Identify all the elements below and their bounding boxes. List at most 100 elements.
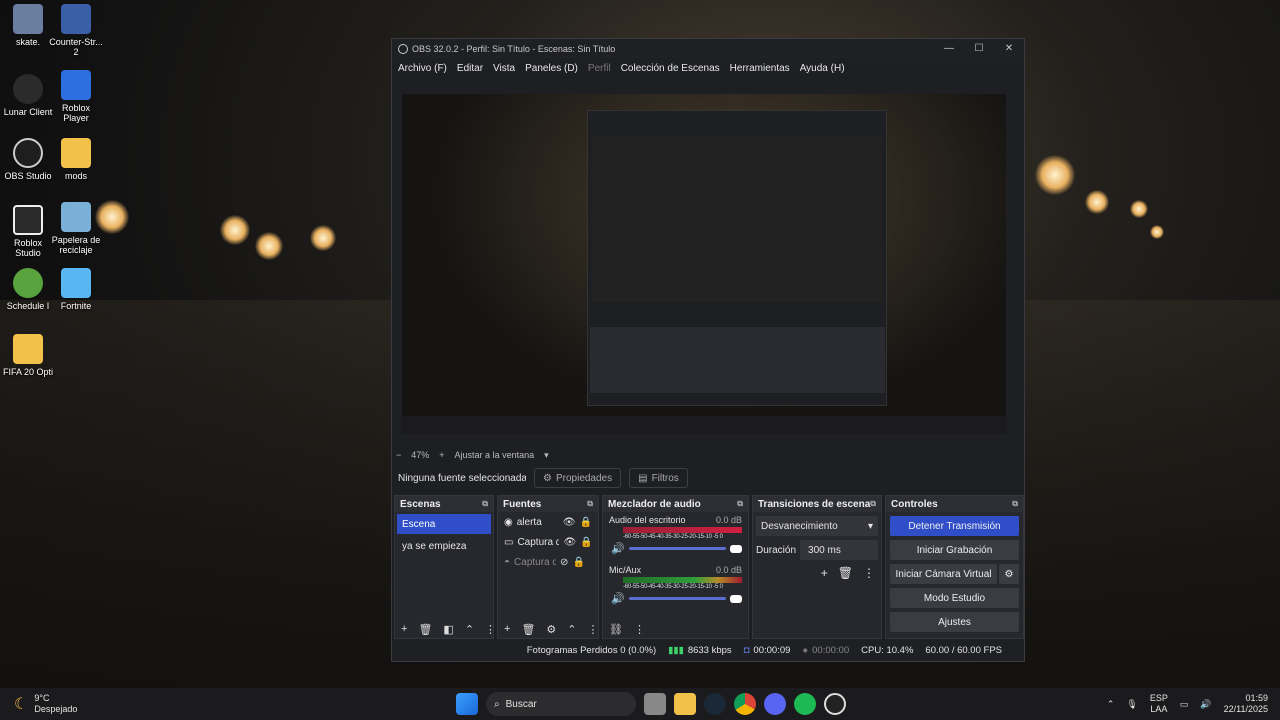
desktop-icon-fortnite[interactable]: Fortnite [48, 268, 104, 311]
gear-icon[interactable]: ⚙ [999, 564, 1019, 584]
trash-icon[interactable]: 🗑 [838, 566, 853, 580]
filters-button[interactable]: ▤ Filtros [629, 468, 688, 488]
system-tray: ⌃ 🎙 ESP LAA ▭ 🔊 01:59 22/11/2025 [1107, 693, 1268, 715]
chrome-icon[interactable] [734, 693, 756, 715]
lunar-client-icon [13, 74, 43, 104]
lock-icon[interactable]: 🔒 [572, 557, 584, 568]
transition-select[interactable]: Desvanecimiento ▾ [756, 516, 878, 536]
folder-icon[interactable] [674, 693, 696, 715]
recycle-bin-icon [61, 202, 91, 232]
desktop-icon-recycle-bin[interactable]: Papelera de reciclaje [48, 202, 104, 255]
chevron-up-icon[interactable]: ⌃ [567, 623, 576, 636]
scene-item[interactable]: Escena [397, 514, 491, 534]
minimize-button[interactable]: — [934, 43, 964, 54]
mixer-channel: Mic/Aux 0.0 dB -60-55-50-45-40-35-30-25-2… [603, 562, 748, 608]
menu-file[interactable]: Archivo (F) [398, 63, 447, 74]
zoom-bar: − 47% + Ajustar a la ventana ▾ [396, 448, 549, 462]
settings-button[interactable]: Ajustes [890, 612, 1019, 632]
chevron-up-icon[interactable]: ⌃ [1107, 699, 1115, 710]
network-icon[interactable]: ▭ [1180, 699, 1189, 710]
menu-help[interactable]: Ayuda (H) [800, 63, 845, 74]
add-icon[interactable]: + [401, 623, 407, 635]
maximize-button[interactable]: ☐ [964, 43, 994, 54]
lock-icon[interactable]: 🔒 [580, 537, 592, 548]
more-icon[interactable]: ⋮ [634, 623, 645, 636]
menu-view[interactable]: Vista [493, 63, 515, 74]
start-virtual-camera-button[interactable]: Iniciar Cámara Virtual [890, 564, 997, 584]
clock[interactable]: 01:59 22/11/2025 [1224, 693, 1268, 715]
desktop-icon-counter-strike[interactable]: Counter-Str... 2 [48, 4, 104, 57]
trash-icon[interactable]: 🗑 [521, 623, 535, 636]
popout-icon[interactable]: ⧉ [587, 499, 593, 509]
zoom-in-button[interactable]: + [439, 450, 444, 460]
more-icon[interactable]: ⋮ [588, 623, 599, 636]
scenes-toolbar: + 🗑 ◧ ⌃ ⋮ [395, 620, 496, 638]
filter-icon[interactable]: ◧ [443, 623, 453, 636]
gear-icon[interactable]: ⚙ [546, 623, 556, 636]
duration-input[interactable]: 300 ms [800, 540, 878, 560]
file-explorer-icon[interactable] [644, 693, 666, 715]
stream-time: 00:00:09 [753, 644, 791, 656]
volume-slider[interactable]: 🔊 [611, 542, 742, 555]
popout-icon[interactable]: ⧉ [870, 499, 876, 509]
menu-profile[interactable]: Perfil [588, 63, 611, 74]
more-icon[interactable]: ⋮ [485, 623, 496, 636]
menu-docks[interactable]: Paneles (D) [525, 63, 578, 74]
weather-widget[interactable]: ☾ 9°C Despejado [0, 693, 77, 715]
roblox-icon [61, 70, 91, 100]
windows-start-icon[interactable] [456, 693, 478, 715]
desktop-icon-mods[interactable]: mods [48, 138, 104, 181]
volume-slider[interactable]: 🔊 [611, 592, 742, 605]
popout-icon[interactable]: ⧉ [1012, 499, 1018, 509]
lock-icon[interactable]: 🔒 [579, 517, 591, 528]
add-icon[interactable]: + [821, 566, 828, 580]
record-icon: ● [802, 644, 809, 656]
speaker-icon[interactable]: 🔊 [611, 592, 625, 605]
properties-button[interactable]: ⚙ Propiedades [534, 468, 622, 488]
discord-icon[interactable] [764, 693, 786, 715]
monitor-icon: ▭ [504, 536, 514, 548]
desktop-icon-roblox-player[interactable]: Roblox Player [48, 70, 104, 123]
obs-taskbar-icon[interactable] [824, 693, 846, 715]
preview-canvas[interactable] [402, 94, 1006, 434]
add-icon[interactable]: + [504, 623, 510, 635]
fit-window-select[interactable]: Ajustar a la ventana [455, 450, 535, 460]
stop-streaming-button[interactable]: Detener Transmisión [890, 516, 1019, 536]
meter-scale: -60-55-50-45-40-35-30-25-20-15-10 -5 0 [623, 534, 723, 540]
language-indicator[interactable]: ESP LAA [1150, 693, 1168, 715]
close-button[interactable]: ✕ [994, 43, 1024, 54]
speaker-icon[interactable]: 🔊 [611, 542, 625, 555]
eye-icon[interactable]: 👁 [563, 537, 576, 548]
studio-mode-button[interactable]: Modo Estudio [890, 588, 1019, 608]
desktop-icon-fifa[interactable]: FIFA 20 Opti [0, 334, 56, 377]
search-box[interactable]: ⌕ Buscar [486, 692, 636, 716]
popout-icon[interactable]: ⧉ [482, 499, 488, 509]
zoom-out-button[interactable]: − [396, 450, 401, 460]
start-recording-button[interactable]: Iniciar Grabación [890, 540, 1019, 560]
meter-scale: -60-55-50-45-40-35-30-25-20-15-10 -5 0 [623, 584, 723, 590]
volume-icon[interactable]: 🔊 [1200, 699, 1211, 710]
chevron-up-icon[interactable]: ⌃ [465, 623, 474, 636]
microphone-icon[interactable]: 🎙 [1126, 699, 1137, 710]
source-item[interactable]: ▭Captura de pantalla👁🔒 [498, 532, 598, 552]
roblox-studio-icon [13, 205, 43, 235]
steam-icon[interactable] [704, 693, 726, 715]
dropped-frames: Fotogramas Perdidos 0 (0.0%) [526, 644, 657, 656]
source-item[interactable]: ◉ alerta 👁 🔒 [498, 512, 598, 532]
more-icon[interactable]: ⋮ [863, 566, 875, 580]
gamepad-icon: ◓ [504, 556, 511, 568]
taskbar-center: ⌕ Buscar [452, 692, 850, 716]
source-item[interactable]: ◓Captura de juego⊘🔒 [498, 552, 598, 572]
scene-item[interactable]: ya se empieza [397, 536, 491, 556]
mixer-channel: Audio del escritorio 0.0 dB -60-55-50-45-… [603, 512, 748, 558]
eye-off-icon[interactable]: ⊘ [560, 557, 568, 568]
spotify-icon[interactable] [794, 693, 816, 715]
menu-edit[interactable]: Editar [457, 63, 483, 74]
trash-icon[interactable]: 🗑 [418, 623, 432, 636]
chevron-down-icon[interactable]: ▾ [544, 450, 549, 461]
link-icon[interactable]: ⛓ [609, 623, 623, 636]
menu-tools[interactable]: Herramientas [730, 63, 790, 74]
popout-icon[interactable]: ⧉ [737, 499, 743, 509]
eye-icon[interactable]: 👁 [563, 517, 576, 528]
menu-scene-collection[interactable]: Colección de Escenas [621, 63, 720, 74]
